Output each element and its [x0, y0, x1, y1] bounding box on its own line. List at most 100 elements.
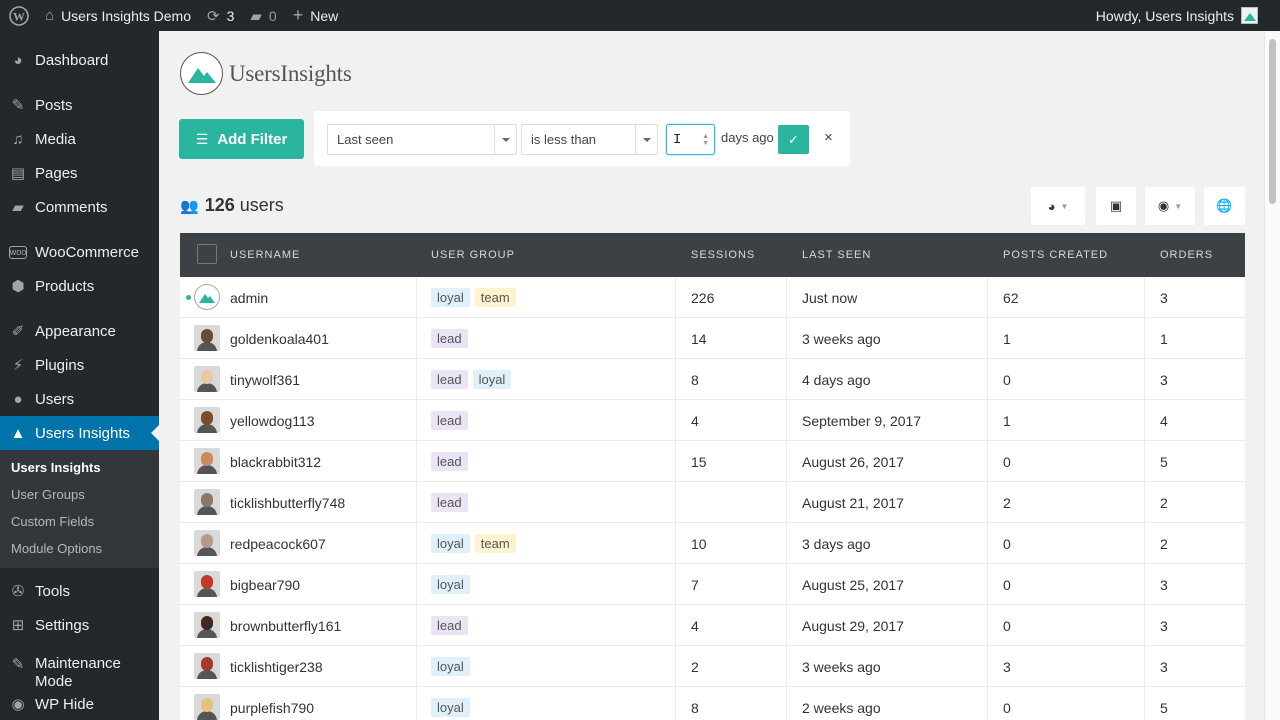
table-row[interactable]: redpeacock607 loyal team 10 3 days ago 0 2 [180, 523, 1245, 564]
user-avatar[interactable] [194, 612, 220, 638]
group-tag[interactable]: loyal [431, 657, 470, 676]
group-tag[interactable]: loyal [431, 534, 470, 553]
export-icon: ▣ [1109, 198, 1123, 213]
sidebar-item-woocommerce[interactable]: woo WooCommerce [0, 235, 159, 269]
table-row[interactable]: admin loyal team 226 Just now 62 3 [180, 277, 1245, 318]
group-tag[interactable]: lead [431, 329, 468, 348]
user-avatar[interactable] [194, 448, 220, 474]
last-seen-cell: 4 days ago [802, 371, 871, 388]
username-cell[interactable]: brownbutterfly161 [230, 605, 341, 646]
column-divider [675, 605, 676, 646]
submenu-item-users-insights[interactable]: Users Insights [0, 454, 159, 481]
username-cell[interactable]: tinywolf361 [230, 359, 300, 400]
mountain-icon: ▲ [10, 424, 26, 442]
table-row[interactable]: goldenkoala401 lead 14 3 weeks ago 1 1 [180, 318, 1245, 359]
number-spinner-icon[interactable]: ▲ ▼ [702, 133, 709, 147]
username-cell[interactable]: goldenkoala401 [230, 318, 329, 359]
group-tag[interactable]: lead [431, 411, 468, 430]
site-name-link[interactable]: ⌂ Users Insights Demo [37, 0, 199, 31]
user-icon: ● [13, 390, 23, 408]
select-all-checkbox[interactable] [197, 244, 217, 264]
table-row[interactable]: purplefish790 loyal 8 2 weeks ago 0 5 [180, 687, 1245, 720]
group-tag[interactable]: loyal [472, 370, 512, 389]
updates-link[interactable]: ⟳ 3 [199, 0, 242, 31]
group-tag[interactable]: lead [431, 452, 468, 471]
sidebar-item-tools[interactable]: ✇ Tools [0, 574, 159, 608]
column-header-orders[interactable]: ORDERS [1160, 249, 1213, 261]
sidebar-item-dashboard[interactable]: ◕ Dashboard [0, 43, 159, 77]
my-account[interactable]: Howdy, Users Insights [1096, 7, 1280, 24]
group-tag[interactable]: lead [431, 370, 468, 389]
segments-button[interactable]: ◕ ▼ [1031, 187, 1085, 225]
username-cell[interactable]: admin [230, 277, 268, 318]
username-cell[interactable]: redpeacock607 [230, 523, 326, 564]
table-row[interactable]: ticklishtiger238 loyal 2 3 weeks ago 3 3 [180, 646, 1245, 687]
sidebar-item-maintenance-mode[interactable]: ✎ Maintenance Mode [0, 653, 159, 693]
export-button[interactable]: ▣ [1096, 187, 1136, 225]
username-cell[interactable]: purplefish790 [230, 687, 314, 720]
sidebar-item-products[interactable]: ⬢ Products [0, 269, 159, 303]
submenu-item-custom-fields[interactable]: Custom Fields [0, 508, 159, 535]
filter-field-select[interactable]: Last seen [327, 124, 517, 155]
user-avatar[interactable] [194, 653, 220, 679]
comments-link[interactable]: ▰ 0 [242, 0, 284, 31]
sidebar-item-users[interactable]: ● Users [0, 382, 159, 416]
group-tag[interactable]: team [474, 534, 516, 553]
table-row[interactable]: brownbutterfly161 lead 4 August 29, 2017 0 3 [180, 605, 1245, 646]
table-row[interactable]: yellowdog113 lead 4 September 9, 2017 1 4 [180, 400, 1245, 441]
sidebar-item-settings[interactable]: ⊞ Settings [0, 608, 159, 642]
map-view-button[interactable]: 🌐 [1204, 187, 1245, 225]
sidebar-item-media[interactable]: ♫ Media [0, 122, 159, 156]
column-header-username[interactable]: USERNAME [230, 249, 300, 261]
new-content-link[interactable]: + New [285, 0, 347, 31]
group-tag[interactable]: lead [431, 493, 468, 512]
table-row[interactable]: blackrabbit312 lead 15 August 26, 2017 0 5 [180, 441, 1245, 482]
column-header-user-group[interactable]: USER GROUP [431, 249, 515, 261]
username-cell[interactable]: ticklishbutterfly748 [230, 482, 345, 523]
filter-operator-select[interactable]: is less than [521, 124, 658, 155]
apply-filter-button[interactable]: ✓ [778, 125, 809, 154]
sidebar-item-comments[interactable]: ▰ Comments [0, 190, 159, 224]
username-cell[interactable]: blackrabbit312 [230, 441, 321, 482]
username-cell[interactable]: ticklishtiger238 [230, 646, 323, 687]
user-avatar[interactable] [194, 407, 220, 433]
column-header-sessions[interactable]: SESSIONS [691, 249, 755, 261]
columns-visibility-button[interactable]: ◉ ▼ [1145, 187, 1195, 225]
table-row[interactable]: tinywolf361 lead loyal 8 4 days ago 0 3 [180, 359, 1245, 400]
remove-filter-button[interactable]: × [824, 129, 833, 146]
scrollbar-thumb[interactable] [1269, 39, 1276, 204]
table-row[interactable]: ticklishbutterfly748 lead August 21, 2017 2… [180, 482, 1245, 523]
sidebar-item-wp-hide[interactable]: ◉ WP Hide [0, 693, 159, 713]
wordpress-logo-icon[interactable]: W [0, 0, 37, 31]
sidebar-item-pages[interactable]: ▤ Pages [0, 156, 159, 190]
filter-days-input[interactable]: I ▲ ▼ [666, 124, 715, 155]
user-avatar[interactable] [194, 489, 220, 515]
user-avatar[interactable] [194, 694, 220, 720]
submenu-item-module-options[interactable]: Module Options [0, 535, 159, 562]
group-tag[interactable]: team [474, 288, 516, 307]
group-tag[interactable]: loyal [431, 575, 470, 594]
group-tag[interactable]: loyal [431, 288, 470, 307]
add-filter-button[interactable]: ☰ Add Filter [179, 119, 304, 159]
user-avatar[interactable] [194, 530, 220, 556]
comments-icon: ▰ [12, 199, 24, 216]
group-tag[interactable]: loyal [431, 698, 470, 717]
table-row[interactable]: bigbear790 loyal 7 August 25, 2017 0 3 [180, 564, 1245, 605]
page-scrollbar[interactable] [1264, 31, 1280, 720]
user-avatar[interactable] [194, 325, 220, 351]
sidebar-item-plugins[interactable]: ⚡ Plugins [0, 348, 159, 382]
user-avatar[interactable] [194, 284, 220, 310]
orders-cell: 1 [1160, 330, 1168, 347]
column-header-posts-created[interactable]: POSTS CREATED [1003, 249, 1108, 261]
user-avatar[interactable] [194, 571, 220, 597]
submenu-item-user-groups[interactable]: User Groups [0, 481, 159, 508]
sidebar-item-users-insights[interactable]: ▲ Users Insights [0, 416, 159, 450]
sidebar-item-appearance[interactable]: ✐ Appearance [0, 314, 159, 348]
username-cell[interactable]: yellowdog113 [230, 400, 315, 441]
orders-cell: 2 [1160, 494, 1168, 511]
user-avatar[interactable] [194, 366, 220, 392]
column-header-last-seen[interactable]: LAST SEEN [802, 249, 871, 261]
group-tag[interactable]: lead [431, 616, 468, 635]
username-cell[interactable]: bigbear790 [230, 564, 300, 605]
sidebar-item-posts[interactable]: ✎ Posts [0, 88, 159, 122]
